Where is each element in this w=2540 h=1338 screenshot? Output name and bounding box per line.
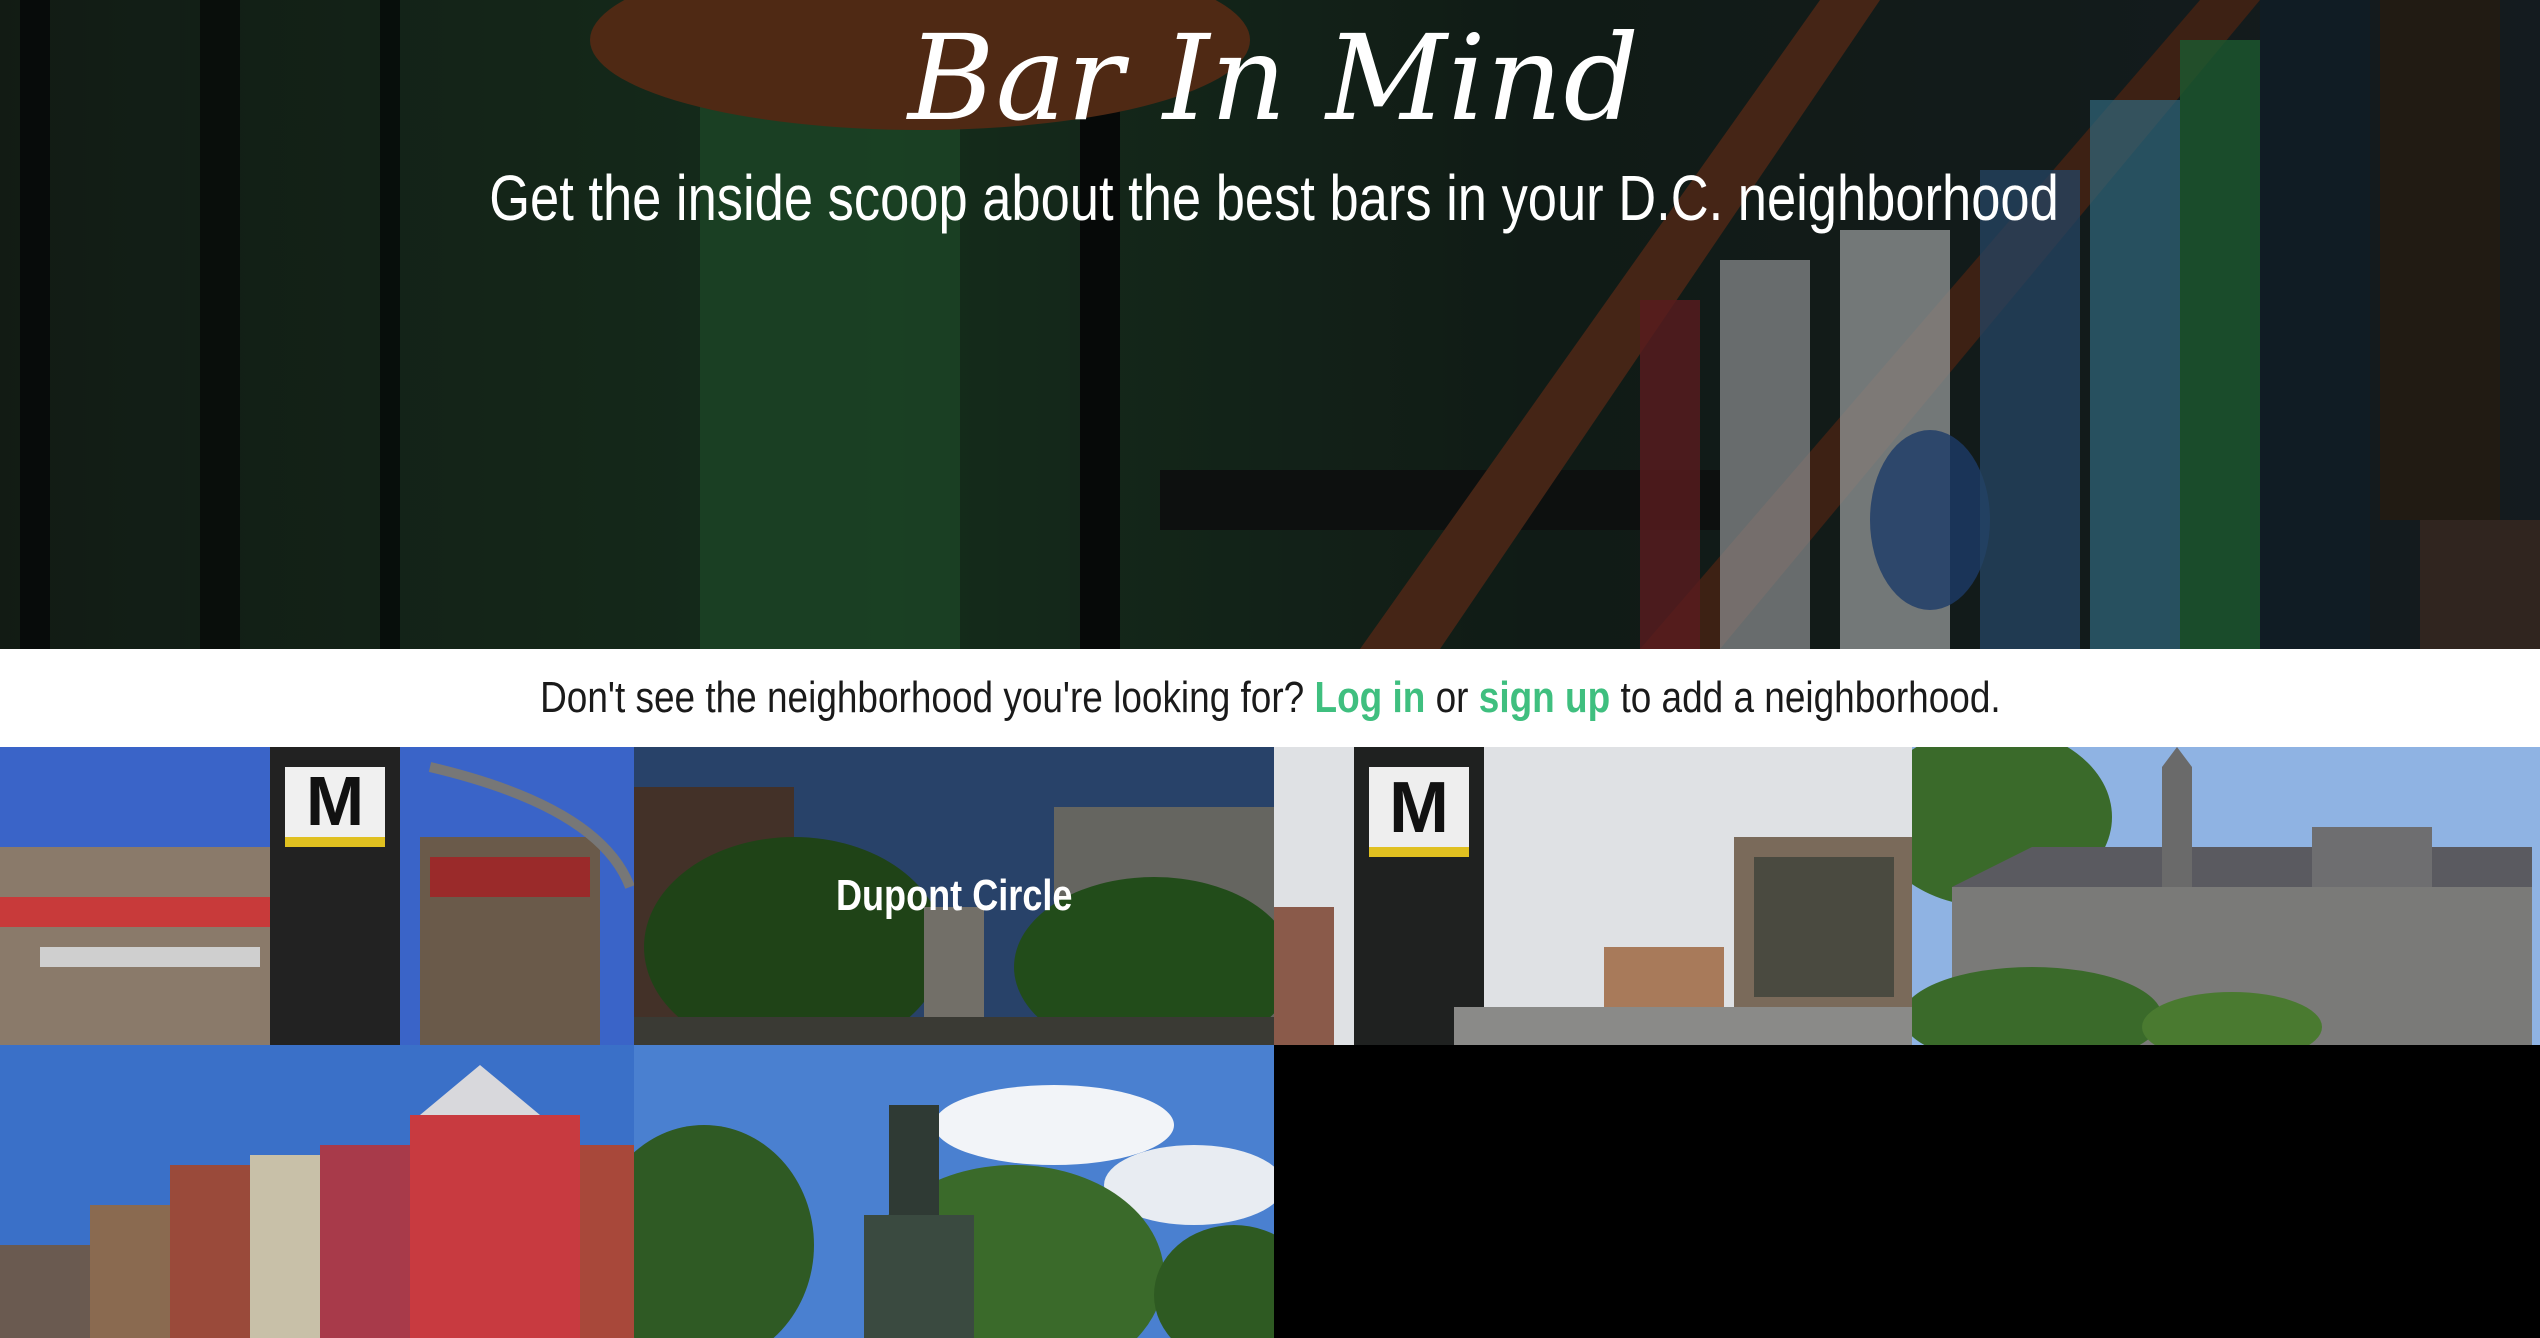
- georgetown-photo: [1912, 747, 2540, 1045]
- dupont-circle-overlay: Dupont Circle: [634, 747, 1274, 1045]
- site-title: Bar In Mind: [907, 9, 1641, 147]
- dupont-circle-label: Dupont Circle: [835, 871, 1073, 920]
- neighborhood-tile-dupont-circle[interactable]: Dupont Circle: [634, 747, 1274, 1045]
- neighborhood-tile-adams-morgan[interactable]: [0, 1045, 634, 1338]
- add-neighborhood-notice: Don't see the neighborhood you're lookin…: [0, 649, 2540, 747]
- login-link[interactable]: Log in: [1314, 673, 1425, 722]
- site-tagline: Get the inside scoop about the best bars…: [489, 162, 2059, 234]
- notice-middle: or: [1435, 673, 1469, 722]
- neighborhood-tile-georgetown[interactable]: [1912, 747, 2540, 1045]
- notice-prefix: Don't see the neighborhood you're lookin…: [539, 673, 1304, 722]
- u-street-photo: M: [1274, 747, 1912, 1045]
- notice-suffix: to add a neighborhood.: [1620, 673, 2001, 722]
- notice-text: Don't see the neighborhood you're lookin…: [540, 673, 2001, 723]
- neighborhood-tile-columbia-heights[interactable]: M: [0, 747, 634, 1045]
- signup-link[interactable]: sign up: [1478, 673, 1609, 722]
- svg-text:M: M: [1389, 768, 1449, 848]
- neighborhood-tile-logan-circle[interactable]: [634, 1045, 1274, 1338]
- svg-text:M: M: [306, 762, 364, 840]
- neighborhood-grid: M Dupont Circle M: [0, 747, 2540, 1338]
- columbia-heights-photo: M: [0, 747, 634, 1045]
- adams-morgan-photo: [0, 1045, 634, 1338]
- logan-circle-photo: [634, 1045, 1274, 1338]
- neighborhood-tile-u-street[interactable]: M: [1274, 747, 1912, 1045]
- hero-banner: Bar In Mind Get the inside scoop about t…: [0, 0, 2540, 649]
